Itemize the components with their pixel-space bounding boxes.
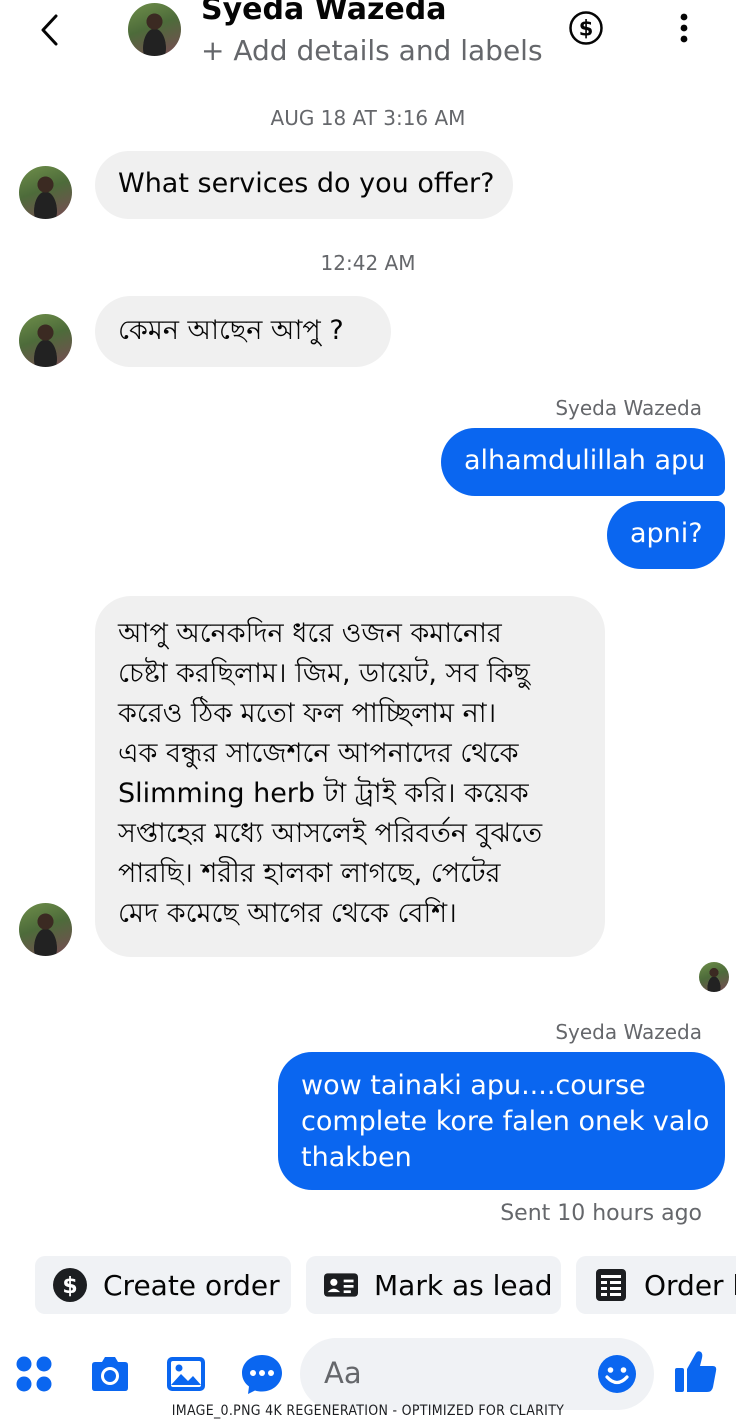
message-text: আপু অনেকদিন ধরে ওজন কমানোর চেষ্টা করছিলা… — [95, 596, 605, 934]
mark-as-lead-button[interactable]: Mark as lead — [306, 1256, 561, 1314]
camera-icon — [92, 1357, 128, 1391]
apps-grid-icon — [16, 1356, 52, 1392]
dollar-circle-icon: $ — [569, 11, 603, 45]
payment-button[interactable]: $ — [568, 10, 604, 46]
timestamp: AUG 18 AT 3:16 AM — [270, 106, 466, 130]
sender-avatar[interactable] — [19, 903, 72, 956]
image-caption: IMAGE_0.PNG 4K REGENERATION - OPTIMIZED … — [171, 1403, 565, 1419]
message-line: wow tainaki apu....course — [301, 1070, 646, 1101]
message-line: সপ্তাহের মধ্যে আসলেই পরিবর্তন বুঝতে — [118, 818, 543, 849]
message-bubble-outgoing[interactable]: wow tainaki apu....course complete kore … — [278, 1052, 725, 1190]
more-vertical-icon — [680, 13, 688, 43]
chip-label: Mark as lead — [374, 1268, 553, 1302]
more-options-button[interactable] — [670, 10, 698, 46]
message-text: wow tainaki apu....course complete kore … — [278, 1052, 725, 1176]
add-details-link[interactable]: + Add details and labels — [201, 34, 543, 67]
message-bubble-incoming[interactable]: আপু অনেকদিন ধরে ওজন কমানোর চেষ্টা করছিলা… — [95, 596, 605, 957]
message-line: চেষ্টা করছিলাম। জিম, ডায়েট, সব কিছু — [118, 658, 530, 689]
sender-label: Syeda Wazeda — [555, 396, 702, 420]
id-card-icon — [324, 1273, 358, 1297]
chat-bubble-icon — [242, 1355, 282, 1394]
smiley-icon — [598, 1355, 636, 1393]
receipt-icon — [596, 1269, 626, 1301]
message-bubble-incoming[interactable]: কেমন আছেন আপু ? — [95, 296, 391, 367]
message-input-placeholder: Aa — [324, 1356, 362, 1390]
image-icon — [167, 1357, 205, 1391]
camera-button[interactable] — [88, 1352, 132, 1396]
emoji-button[interactable] — [596, 1353, 638, 1395]
thumbs-up-icon — [675, 1351, 717, 1392]
chip-label: Order h — [644, 1268, 736, 1302]
timestamp: 12:42 AM — [320, 251, 416, 275]
contact-avatar[interactable] — [128, 3, 181, 56]
contact-name[interactable]: Syeda Wazeda — [201, 0, 446, 27]
sender-avatar[interactable] — [19, 166, 72, 219]
order-history-button[interactable]: Order h — [576, 1256, 736, 1314]
message-bubble-outgoing[interactable]: alhamdulillah apu — [441, 428, 725, 496]
dollar-circle-icon: $ — [53, 1268, 87, 1302]
sender-avatar[interactable] — [19, 314, 72, 367]
message-text: alhamdulillah apu — [464, 445, 706, 476]
sender-label: Syeda Wazeda — [555, 1020, 702, 1044]
back-button[interactable] — [30, 10, 70, 50]
message-text: What services do you offer? — [118, 168, 495, 199]
gallery-button[interactable] — [164, 1352, 208, 1396]
messenger-button[interactable] — [240, 1352, 284, 1396]
message-bubble-outgoing[interactable]: apni? — [607, 501, 725, 569]
message-line: এক বন্ধুর সাজেশনে আপনাদের থেকে — [118, 738, 519, 769]
message-line: করেও ঠিক মতো ফল পাচ্ছিলাম না। — [118, 698, 497, 729]
svg-text:$: $ — [62, 1274, 77, 1299]
delivery-status: Sent 10 hours ago — [500, 1201, 702, 1226]
message-line: thakben — [301, 1142, 412, 1173]
create-order-button[interactable]: $ Create order — [35, 1256, 291, 1314]
chip-label: Create order — [103, 1268, 280, 1302]
seen-receipt-avatar — [699, 962, 729, 992]
chevron-left-icon — [41, 14, 58, 46]
apps-button[interactable] — [12, 1352, 56, 1396]
like-button[interactable] — [672, 1348, 720, 1396]
message-line: মেদ কমেছে আগের থেকে বেশি। — [118, 898, 457, 929]
message-bubble-incoming[interactable]: What services do you offer? — [95, 151, 513, 219]
message-line: আপু অনেকদিন ধরে ওজন কমানোর — [118, 618, 502, 649]
message-line: পারছি। শরীর হালকা লাগছে, পেটের — [118, 858, 501, 889]
message-line: Slimming herb টা ট্রাই করি। কয়েক — [118, 778, 529, 809]
message-line: complete kore falen onek valo — [301, 1106, 710, 1137]
message-text: apni? — [630, 518, 703, 549]
message-text: কেমন আছেন আপু ? — [118, 315, 344, 346]
svg-text:$: $ — [579, 17, 594, 41]
